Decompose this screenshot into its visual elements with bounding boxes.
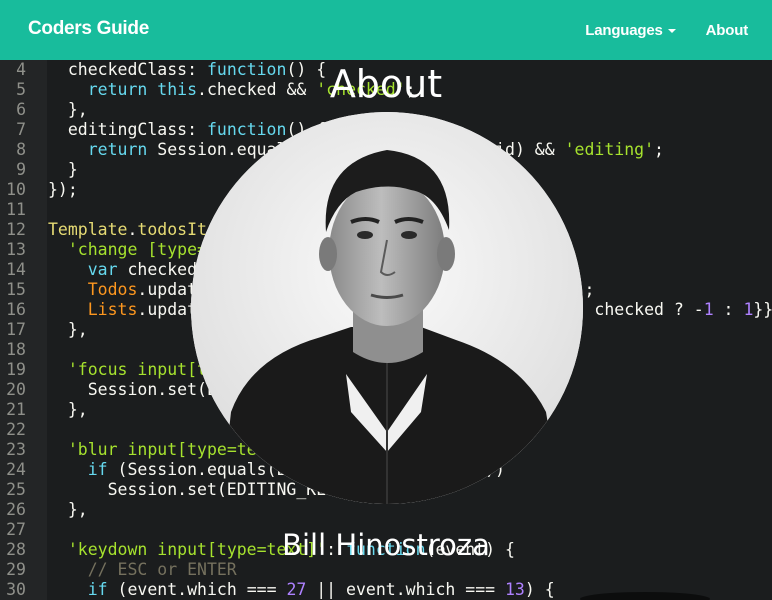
code-text: } [48, 160, 78, 179]
line-number: 25 [6, 480, 26, 499]
code-text: }); [48, 180, 78, 199]
line-number: 20 [6, 380, 26, 399]
line-number: 29 [6, 560, 26, 579]
line-number: 15 [6, 280, 26, 299]
code-text: editingClass: function() { [48, 120, 326, 139]
line-number: 23 [6, 440, 26, 459]
line-number: 26 [6, 500, 26, 519]
profile-photo [191, 112, 583, 504]
avatar [191, 112, 583, 504]
caret-down-icon [667, 29, 676, 33]
brand-link[interactable]: Coders Guide [28, 18, 149, 40]
decorative-shadow [580, 592, 710, 600]
languages-dropdown[interactable]: Languages [585, 21, 676, 39]
page-title: About [329, 62, 443, 106]
line-number: 14 [6, 260, 26, 279]
line-number: 7 [16, 120, 26, 139]
line-number: 12 [6, 220, 26, 239]
line-number: 17 [6, 320, 26, 339]
line-number: 16 [6, 300, 26, 319]
navbar: Coders Guide Languages About [0, 0, 772, 60]
person-name: Bill Hinostroza [282, 528, 490, 562]
nav-menu: Languages About [555, 0, 748, 60]
line-number: 18 [6, 340, 26, 359]
line-number: 9 [16, 160, 26, 179]
code-text: }, [48, 500, 88, 519]
code-line: 29 // ESC or ENTER [0, 560, 772, 580]
code-text: }, [48, 320, 88, 339]
line-number: 30 [6, 580, 26, 599]
code-text: if (event.which === 27 || event.which ==… [87, 580, 555, 599]
code-text: // ESC or ENTER [48, 560, 237, 579]
line-number: 24 [6, 460, 26, 479]
about-link[interactable]: About [706, 22, 749, 39]
line-number: 11 [6, 200, 26, 219]
line-number: 8 [16, 140, 26, 159]
line-number: 22 [6, 420, 26, 439]
line-number: 19 [6, 360, 26, 379]
line-number: 13 [6, 240, 26, 259]
languages-label: Languages [585, 21, 663, 39]
code-text: }, [48, 400, 88, 419]
line-number: 10 [6, 180, 26, 199]
line-number: 21 [6, 400, 26, 419]
